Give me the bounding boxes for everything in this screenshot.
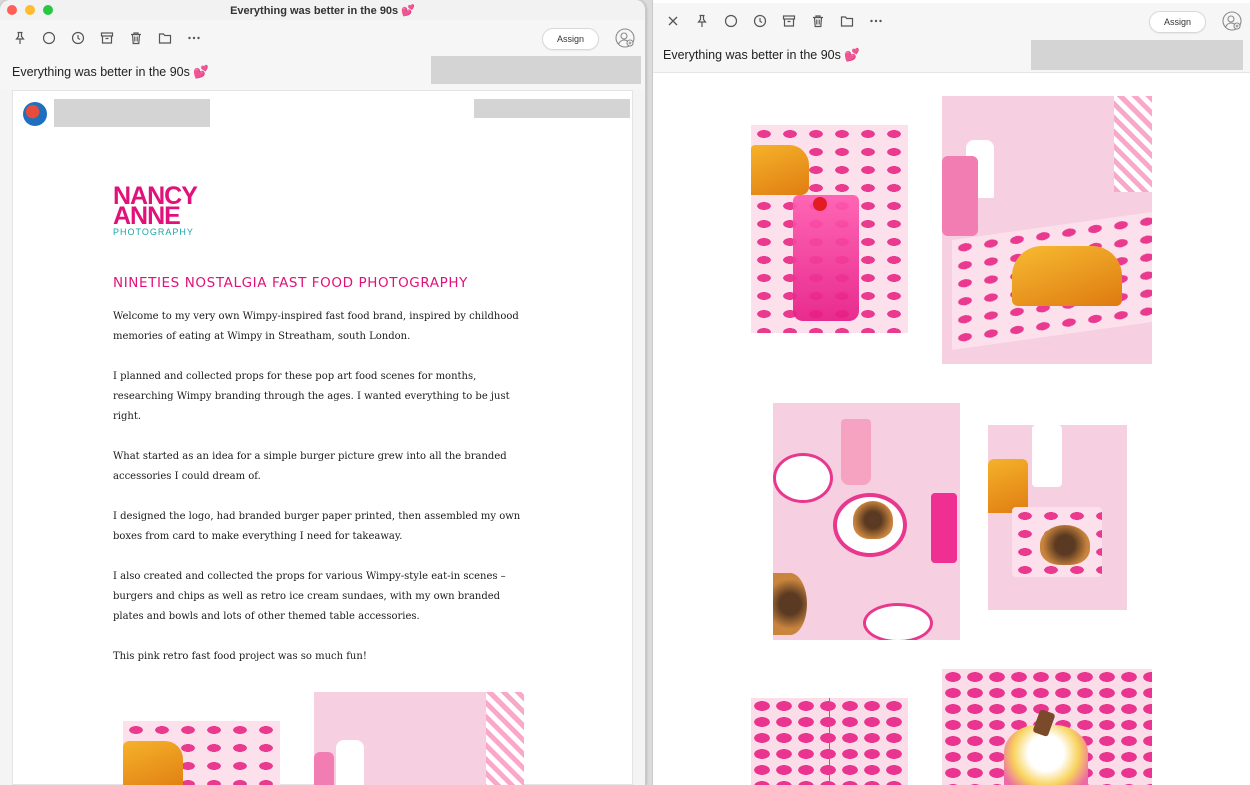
close-icon[interactable] — [663, 11, 683, 31]
circle-icon[interactable] — [39, 28, 59, 48]
article: NINETIES NOSTALGIA FAST FOOD PHOTOGRAPHY… — [113, 275, 533, 687]
folder-icon[interactable] — [155, 28, 175, 48]
left-window: Everything was better in the 90s 💕 Assig… — [0, 0, 646, 785]
article-paragraph: I designed the logo, had branded burger … — [113, 511, 521, 542]
article-paragraph: What started as an idea for a simple bur… — [113, 451, 507, 482]
right-window: Assign Everything was better in the 90s … — [652, 0, 1250, 785]
trash-icon[interactable] — [126, 28, 146, 48]
trash-icon[interactable] — [808, 11, 828, 31]
article-paragraph: I also created and collected the props f… — [113, 571, 506, 622]
more-icon[interactable] — [184, 28, 204, 48]
more-icon[interactable] — [866, 11, 886, 31]
folder-icon[interactable] — [837, 11, 857, 31]
pin-icon[interactable] — [10, 28, 30, 48]
clock-icon[interactable] — [68, 28, 88, 48]
email-subject: Everything was better in the 90s 💕 — [663, 48, 860, 62]
toolbar: Assign — [0, 20, 645, 56]
image-gallery — [653, 74, 1250, 785]
article-paragraph: I planned and collected props for these … — [113, 371, 510, 422]
subject-row: Everything was better in the 90s 💕 — [653, 39, 1250, 73]
subject-row: Everything was better in the 90s 💕 — [0, 56, 645, 90]
logo-line-3: PHOTOGRAPHY — [113, 227, 194, 237]
close-window-button[interactable] — [7, 5, 17, 15]
circle-icon[interactable] — [721, 11, 741, 31]
photo-pink-drink[interactable] — [751, 125, 908, 333]
minimize-window-button[interactable] — [25, 5, 35, 15]
window-title: Everything was better in the 90s 💕 — [230, 4, 415, 17]
photo-sundae[interactable] — [942, 669, 1152, 785]
title-bar: Everything was better in the 90s 💕 — [0, 0, 645, 20]
redacted-sender — [54, 99, 210, 127]
zoom-window-button[interactable] — [43, 5, 53, 15]
photo-burger-table[interactable] — [773, 403, 960, 640]
article-paragraph: Welcome to my very own Wimpy-inspired fa… — [113, 311, 519, 342]
archive-icon[interactable] — [97, 28, 117, 48]
redacted-block — [1031, 40, 1243, 70]
clock-icon[interactable] — [750, 11, 770, 31]
archive-icon[interactable] — [779, 11, 799, 31]
photo-drink-fries[interactable] — [123, 721, 280, 785]
photo-pattern[interactable] — [751, 698, 908, 785]
article-paragraph: This pink retro fast food project was so… — [113, 651, 367, 662]
photo-fries-bottle[interactable] — [314, 692, 524, 785]
photo-burger-box[interactable] — [988, 425, 1127, 610]
photo-fries-box[interactable] — [942, 96, 1152, 364]
pin-icon[interactable] — [692, 11, 712, 31]
redacted-block — [431, 56, 641, 84]
toolbar: Assign — [653, 3, 1250, 39]
article-heading: NINETIES NOSTALGIA FAST FOOD PHOTOGRAPHY — [113, 275, 468, 291]
sender-avatar[interactable] — [23, 102, 47, 126]
assign-button[interactable]: Assign — [541, 28, 599, 50]
message-card: NANCY ANNE PHOTOGRAPHY NINETIES NOSTALGI… — [12, 90, 633, 785]
message-area: NANCY ANNE PHOTOGRAPHY NINETIES NOSTALGI… — [0, 90, 645, 785]
user-add-icon[interactable] — [1222, 11, 1242, 31]
window-controls — [7, 5, 53, 15]
assign-button[interactable]: Assign — [1148, 11, 1206, 33]
user-add-icon[interactable] — [615, 28, 635, 48]
redacted-date — [474, 99, 630, 118]
nancy-anne-logo: NANCY ANNE PHOTOGRAPHY — [113, 184, 198, 238]
email-subject: Everything was better in the 90s 💕 — [12, 65, 209, 79]
